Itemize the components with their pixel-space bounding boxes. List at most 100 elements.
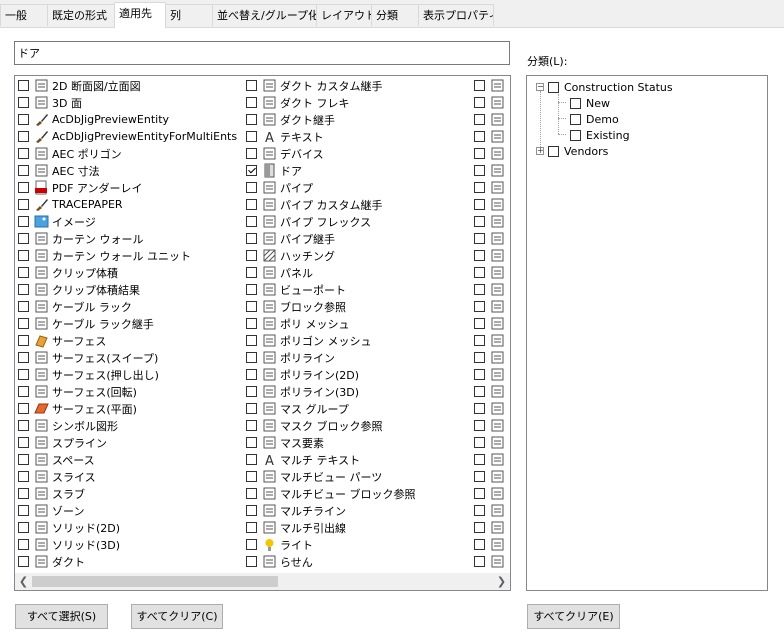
list-item[interactable]: ビューポート xyxy=(246,281,474,298)
checkbox[interactable] xyxy=(474,318,485,329)
list-item[interactable]: クリップ体積 xyxy=(18,264,246,281)
list-item[interactable] xyxy=(474,128,510,145)
list-item[interactable] xyxy=(474,502,510,519)
list-item[interactable]: イメージ xyxy=(18,213,246,230)
list-item[interactable]: パイプ カスタム継手 xyxy=(246,196,474,213)
list-item[interactable] xyxy=(474,179,510,196)
list-item[interactable]: サーフェス(スイープ) xyxy=(18,349,246,366)
checkbox[interactable] xyxy=(474,437,485,448)
list-item[interactable]: スライス xyxy=(18,468,246,485)
tree-node-new[interactable]: New xyxy=(570,95,610,111)
checkbox[interactable] xyxy=(246,488,257,499)
list-item[interactable]: ダクト カスタム継手 xyxy=(246,77,474,94)
checkbox[interactable] xyxy=(474,403,485,414)
list-item[interactable] xyxy=(474,247,510,264)
checkbox[interactable] xyxy=(246,267,257,278)
list-item[interactable]: スペース xyxy=(18,451,246,468)
checkbox[interactable] xyxy=(246,114,257,125)
list-item[interactable] xyxy=(474,162,510,179)
list-item[interactable]: クリップ体積結果 xyxy=(18,281,246,298)
checkbox[interactable] xyxy=(18,403,29,414)
checkbox[interactable] xyxy=(246,539,257,550)
checkbox[interactable] xyxy=(246,352,257,363)
list-item[interactable] xyxy=(474,417,510,434)
checkbox[interactable] xyxy=(570,97,581,109)
checkbox[interactable] xyxy=(474,267,485,278)
checkbox[interactable] xyxy=(18,386,29,397)
list-item[interactable]: マルチビュー ブロック参照 xyxy=(246,485,474,502)
checkbox[interactable] xyxy=(474,199,485,210)
list-item[interactable]: ブロック参照 xyxy=(246,298,474,315)
list-item[interactable]: ポリライン(3D) xyxy=(246,383,474,400)
list-item[interactable]: サーフェス(平面) xyxy=(18,400,246,417)
list-item[interactable]: AEC ポリゴン xyxy=(18,145,246,162)
checkbox[interactable] xyxy=(474,488,485,499)
list-item[interactable]: らせん xyxy=(246,553,474,570)
checkbox[interactable] xyxy=(18,267,29,278)
checkbox[interactable] xyxy=(246,301,257,312)
list-item[interactable] xyxy=(474,366,510,383)
checkbox[interactable] xyxy=(18,556,29,567)
checkbox[interactable] xyxy=(246,233,257,244)
checkbox[interactable] xyxy=(474,454,485,465)
list-item[interactable]: 3D 面 xyxy=(18,94,246,111)
checkbox[interactable] xyxy=(474,148,485,159)
tab-default-format[interactable]: 既定の形式 xyxy=(47,4,115,26)
list-item[interactable]: サーフェス(回転) xyxy=(18,383,246,400)
list-item[interactable]: AcDbJigPreviewEntityForMultiEnts xyxy=(18,128,246,145)
list-item[interactable]: パイプ フレックス xyxy=(246,213,474,230)
checkbox[interactable] xyxy=(474,420,485,431)
checkbox[interactable] xyxy=(18,420,29,431)
checkbox[interactable] xyxy=(474,284,485,295)
list-item[interactable]: ハッチング xyxy=(246,247,474,264)
checkbox[interactable] xyxy=(18,199,29,210)
checkbox[interactable] xyxy=(570,129,581,141)
list-item[interactable] xyxy=(474,213,510,230)
list-item[interactable]: ポリライン(2D) xyxy=(246,366,474,383)
select-all-button[interactable]: すべて選択(S) xyxy=(15,604,108,629)
checkbox[interactable] xyxy=(474,97,485,108)
checkbox[interactable] xyxy=(18,80,29,91)
tree-node-demo[interactable]: Demo xyxy=(570,111,619,127)
list-item[interactable] xyxy=(474,349,510,366)
checkbox[interactable] xyxy=(246,471,257,482)
checkbox[interactable] xyxy=(246,250,257,261)
list-item[interactable] xyxy=(474,111,510,128)
checkbox[interactable] xyxy=(246,97,257,108)
list-item[interactable]: パネル xyxy=(246,264,474,281)
list-item[interactable]: ケーブル ラック xyxy=(18,298,246,315)
list-item[interactable] xyxy=(474,145,510,162)
list-item[interactable]: PDF アンダーレイ xyxy=(18,179,246,196)
list-item[interactable]: ポリ メッシュ xyxy=(246,315,474,332)
list-item[interactable] xyxy=(474,298,510,315)
list-item[interactable] xyxy=(474,332,510,349)
tab-general[interactable]: 一般 xyxy=(0,4,48,26)
tab-display-props[interactable]: 表示プロパティ xyxy=(418,4,494,26)
list-item[interactable] xyxy=(474,485,510,502)
checkbox[interactable] xyxy=(246,80,257,91)
checkbox[interactable] xyxy=(246,403,257,414)
checkbox[interactable] xyxy=(18,114,29,125)
checkbox[interactable] xyxy=(474,233,485,244)
list-item[interactable] xyxy=(474,264,510,281)
checkbox[interactable] xyxy=(474,522,485,533)
tab-classification[interactable]: 分類 xyxy=(371,4,419,26)
list-item[interactable]: スプライン xyxy=(18,434,246,451)
list-item[interactable]: マスク ブロック参照 xyxy=(246,417,474,434)
list-item[interactable]: 2D 断面図/立面図 xyxy=(18,77,246,94)
list-item[interactable]: デバイス xyxy=(246,145,474,162)
checkbox[interactable] xyxy=(18,97,29,108)
checkbox[interactable] xyxy=(474,352,485,363)
list-item[interactable]: ドア xyxy=(246,162,474,179)
checkbox[interactable] xyxy=(18,216,29,227)
checkbox[interactable] xyxy=(246,556,257,567)
checkbox[interactable] xyxy=(18,471,29,482)
checkbox[interactable] xyxy=(18,250,29,261)
tab-applies-to[interactable]: 適用先 xyxy=(114,2,166,28)
checkbox[interactable] xyxy=(18,505,29,516)
checkbox[interactable] xyxy=(570,113,581,125)
list-item[interactable] xyxy=(474,468,510,485)
checkbox[interactable] xyxy=(246,369,257,380)
list-item[interactable]: マス グループ xyxy=(246,400,474,417)
tree-node-construction-status[interactable]: − Construction Status xyxy=(536,79,673,95)
